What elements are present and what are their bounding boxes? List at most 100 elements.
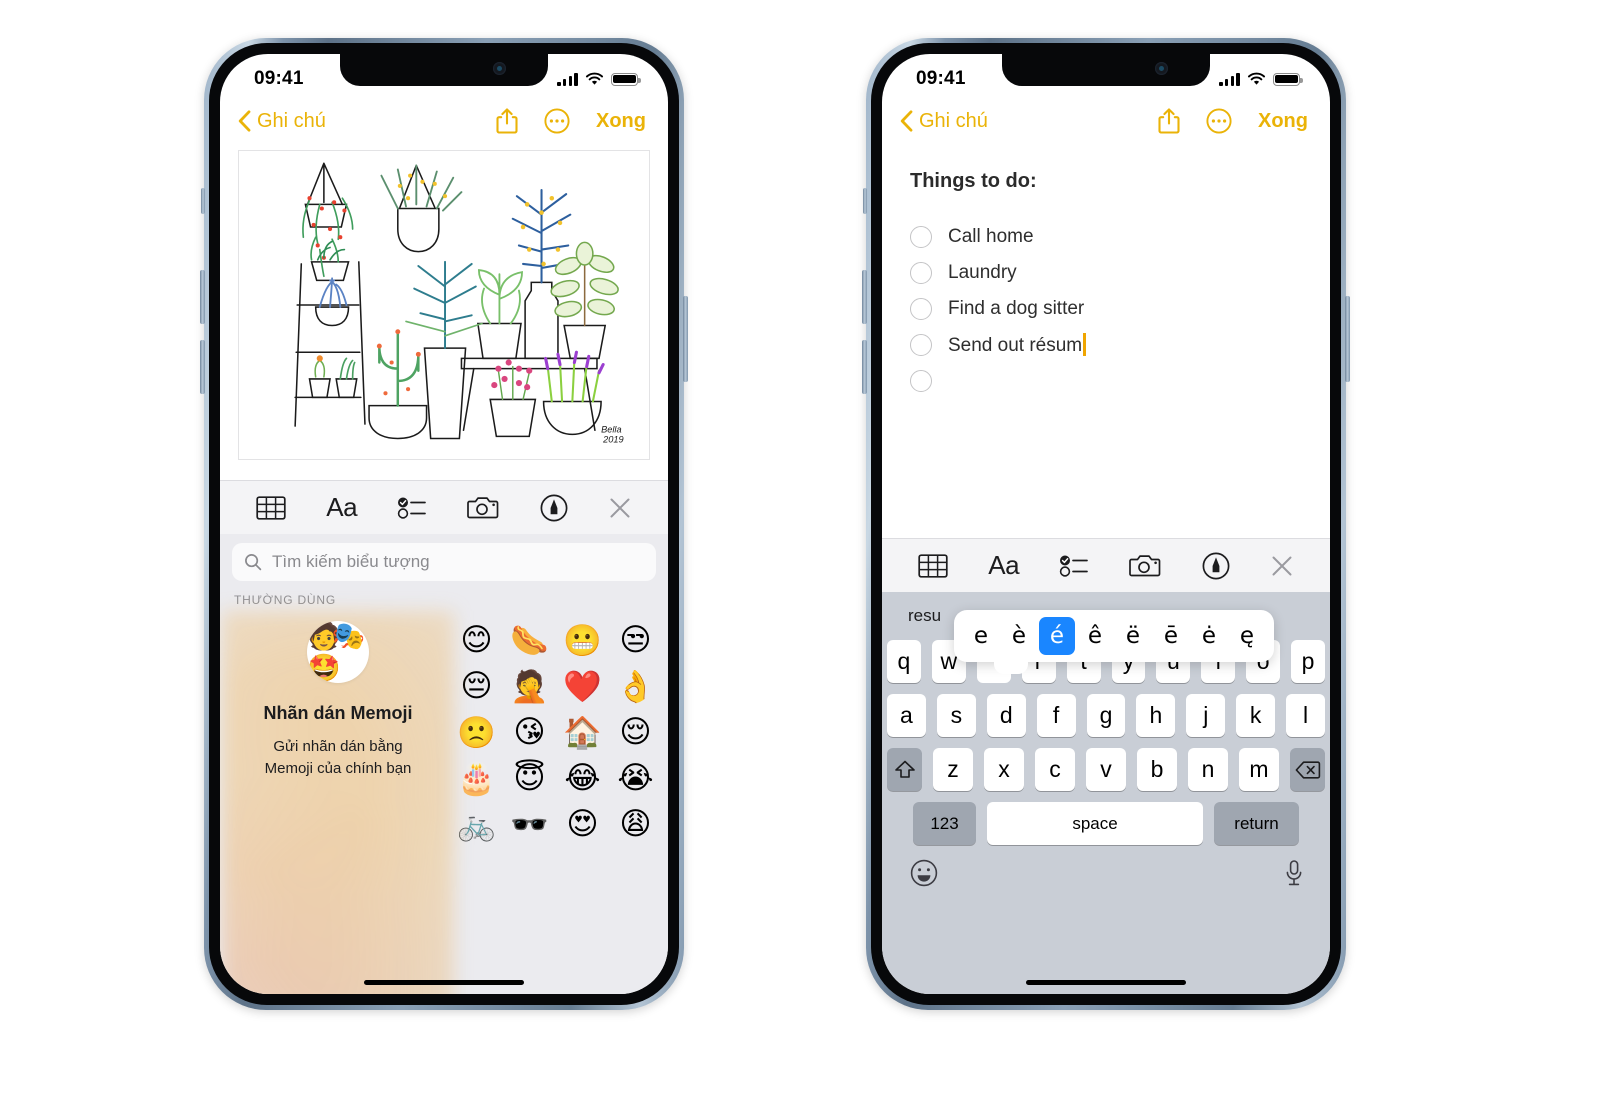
key-a[interactable]: a	[887, 694, 926, 737]
emoji-cell[interactable]: 😬	[556, 617, 609, 663]
mute-switch[interactable]	[201, 188, 205, 214]
accent-key[interactable]: ë	[1115, 617, 1151, 655]
close-toolbar-button[interactable]	[1270, 554, 1294, 578]
emoji-cell[interactable]: 🎂	[450, 755, 503, 801]
markup-button[interactable]	[1202, 552, 1230, 580]
checklist-button[interactable]	[397, 495, 427, 521]
emoji-cell[interactable]: 😭	[609, 755, 662, 801]
emoji-cell[interactable]: 😌	[609, 709, 662, 755]
accent-key[interactable]: ê	[1077, 617, 1113, 655]
back-to-notes-button[interactable]: Ghi chú	[238, 110, 326, 133]
checklist-row[interactable]: Find a dog sitter	[910, 291, 1302, 327]
power-button[interactable]	[683, 296, 688, 382]
share-button[interactable]	[1158, 108, 1180, 134]
done-button[interactable]: Xong	[1258, 110, 1308, 133]
checklist-row[interactable]: Send out résum	[910, 327, 1302, 363]
checklist-checkbox[interactable]	[910, 298, 932, 320]
emoji-cell[interactable]: 😒	[609, 617, 662, 663]
emoji-cell[interactable]: ❤️	[556, 663, 609, 709]
key-c[interactable]: c	[1035, 748, 1075, 791]
checklist-button[interactable]	[1059, 553, 1089, 579]
emoji-cell[interactable]: 🚲	[450, 801, 503, 847]
key-n[interactable]: n	[1188, 748, 1228, 791]
predictive-word[interactable]: resu	[908, 606, 941, 626]
emoji-cell[interactable]: 😩	[609, 801, 662, 847]
emoji-cell[interactable]: 🤦	[503, 663, 556, 709]
key-z[interactable]: z	[933, 748, 973, 791]
emoji-section-label: THƯỜNG DÙNG	[234, 593, 336, 607]
done-button[interactable]: Xong	[596, 110, 646, 133]
checklist-checkbox[interactable]	[910, 334, 932, 356]
key-b[interactable]: b	[1137, 748, 1177, 791]
emoji-cell[interactable]: 🕶️	[503, 801, 556, 847]
key-s[interactable]: s	[936, 694, 976, 737]
key-j[interactable]: j	[1186, 694, 1226, 737]
home-indicator[interactable]	[1026, 980, 1186, 985]
space-key[interactable]: space	[987, 802, 1203, 845]
volume-up-button[interactable]	[200, 270, 205, 324]
camera-button[interactable]	[1129, 553, 1161, 579]
back-to-notes-button[interactable]: Ghi chú	[900, 110, 988, 133]
key-v[interactable]: v	[1086, 748, 1126, 791]
more-options-button[interactable]	[544, 108, 570, 134]
checklist-row[interactable]	[910, 363, 1302, 399]
accent-character-popup[interactable]: eèéêëēėę	[954, 610, 1274, 674]
accent-key[interactable]: ė	[1191, 617, 1227, 655]
table-button[interactable]	[918, 553, 948, 579]
backspace-key[interactable]	[1290, 748, 1325, 791]
emoji-search-field[interactable]: Tìm kiếm biểu tượng	[232, 543, 656, 581]
plants-illustration[interactable]: Bella 2019	[238, 150, 650, 460]
accent-key[interactable]: e	[963, 617, 999, 655]
checklist-row[interactable]: Laundry	[910, 255, 1302, 291]
emoji-cell[interactable]: 😘	[503, 709, 556, 755]
emoji-cell[interactable]: 🌭	[503, 617, 556, 663]
accent-key[interactable]: é	[1039, 617, 1075, 655]
checklist-checkbox[interactable]	[910, 370, 932, 392]
volume-down-button[interactable]	[862, 340, 867, 394]
microphone-icon[interactable]	[1284, 859, 1304, 887]
checklist-checkbox[interactable]	[910, 226, 932, 248]
emoji-cell[interactable]: 🙁	[450, 709, 503, 755]
accent-key[interactable]: è	[1001, 617, 1037, 655]
table-button[interactable]	[256, 495, 286, 521]
volume-up-button[interactable]	[862, 270, 867, 324]
markup-pen-icon	[540, 494, 568, 521]
emoji-cell[interactable]: 😇	[503, 755, 556, 801]
key-k[interactable]: k	[1236, 694, 1276, 737]
power-button[interactable]	[1345, 296, 1350, 382]
emoji-cell[interactable]: 😍	[556, 801, 609, 847]
accent-key[interactable]: ē	[1153, 617, 1189, 655]
key-f[interactable]: f	[1036, 694, 1076, 737]
checklist-row[interactable]: Call home	[910, 219, 1302, 255]
emoji-cell[interactable]: 👌	[609, 663, 662, 709]
key-x[interactable]: x	[984, 748, 1024, 791]
mute-switch[interactable]	[863, 188, 867, 214]
key-l[interactable]: l	[1286, 694, 1326, 737]
home-indicator[interactable]	[364, 980, 524, 985]
format-button[interactable]: Aa	[988, 550, 1019, 581]
numbers-key[interactable]: 123	[913, 802, 976, 845]
key-m[interactable]: m	[1239, 748, 1279, 791]
key-d[interactable]: d	[986, 694, 1026, 737]
emoji-cell[interactable]: 😂	[556, 755, 609, 801]
format-button[interactable]: Aa	[326, 492, 357, 523]
more-options-button[interactable]	[1206, 108, 1232, 134]
emoji-cell[interactable]: 😔	[450, 663, 503, 709]
key-p[interactable]: p	[1291, 640, 1326, 683]
emoji-cell[interactable]: 🏠	[556, 709, 609, 755]
markup-button[interactable]	[540, 494, 568, 522]
emoji-face-icon[interactable]	[910, 859, 938, 887]
emoji-cell[interactable]: 😊	[450, 617, 503, 663]
shift-key[interactable]	[887, 748, 922, 791]
checklist-checkbox[interactable]	[910, 262, 932, 284]
key-h[interactable]: h	[1136, 694, 1176, 737]
camera-button[interactable]	[467, 495, 499, 521]
memoji-promo-card[interactable]: 🧑🎭🤩 Nhãn dán Memoji Gửi nhãn dán bằng Mem…	[226, 611, 450, 994]
volume-down-button[interactable]	[200, 340, 205, 394]
close-toolbar-button[interactable]	[608, 496, 632, 520]
key-q[interactable]: q	[886, 640, 921, 683]
accent-key[interactable]: ę	[1229, 617, 1265, 655]
return-key[interactable]: return	[1214, 802, 1299, 845]
share-button[interactable]	[496, 108, 518, 134]
key-g[interactable]: g	[1086, 694, 1126, 737]
